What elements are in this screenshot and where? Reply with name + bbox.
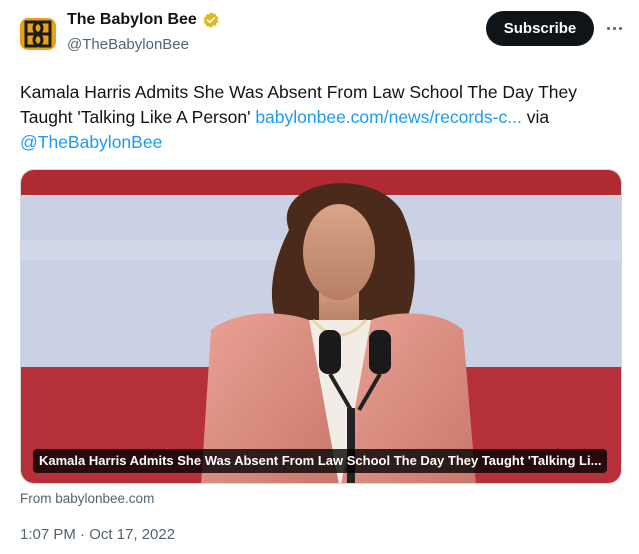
article-link[interactable]: babylonbee.com/news/records-c... bbox=[255, 107, 522, 127]
link-card[interactable]: Kamala Harris Admits She Was Absent From… bbox=[20, 169, 622, 484]
subscribe-button[interactable]: Subscribe bbox=[486, 11, 594, 46]
tweet-header: The Babylon Bee @TheBabylonBee Subscribe bbox=[0, 0, 639, 70]
more-options-icon[interactable] bbox=[603, 18, 625, 38]
babylon-bee-logo-icon[interactable] bbox=[18, 14, 58, 54]
article-image bbox=[21, 170, 621, 483]
account-handle[interactable]: @TheBabylonBee bbox=[67, 36, 189, 53]
verified-badge-icon[interactable] bbox=[202, 11, 220, 29]
card-source[interactable]: From babylonbee.com bbox=[20, 491, 154, 506]
tweet-text: Kamala Harris Admits She Was Absent From… bbox=[20, 80, 620, 155]
via-text: via bbox=[521, 107, 550, 127]
account-name-row: The Babylon Bee bbox=[67, 11, 220, 29]
display-name[interactable]: The Babylon Bee bbox=[67, 11, 197, 29]
card-caption: Kamala Harris Admits She Was Absent From… bbox=[33, 449, 608, 473]
tweet-timestamp[interactable]: 1:07 PM · Oct 17, 2022 bbox=[20, 526, 175, 543]
mention-link[interactable]: @TheBabylonBee bbox=[20, 132, 162, 152]
